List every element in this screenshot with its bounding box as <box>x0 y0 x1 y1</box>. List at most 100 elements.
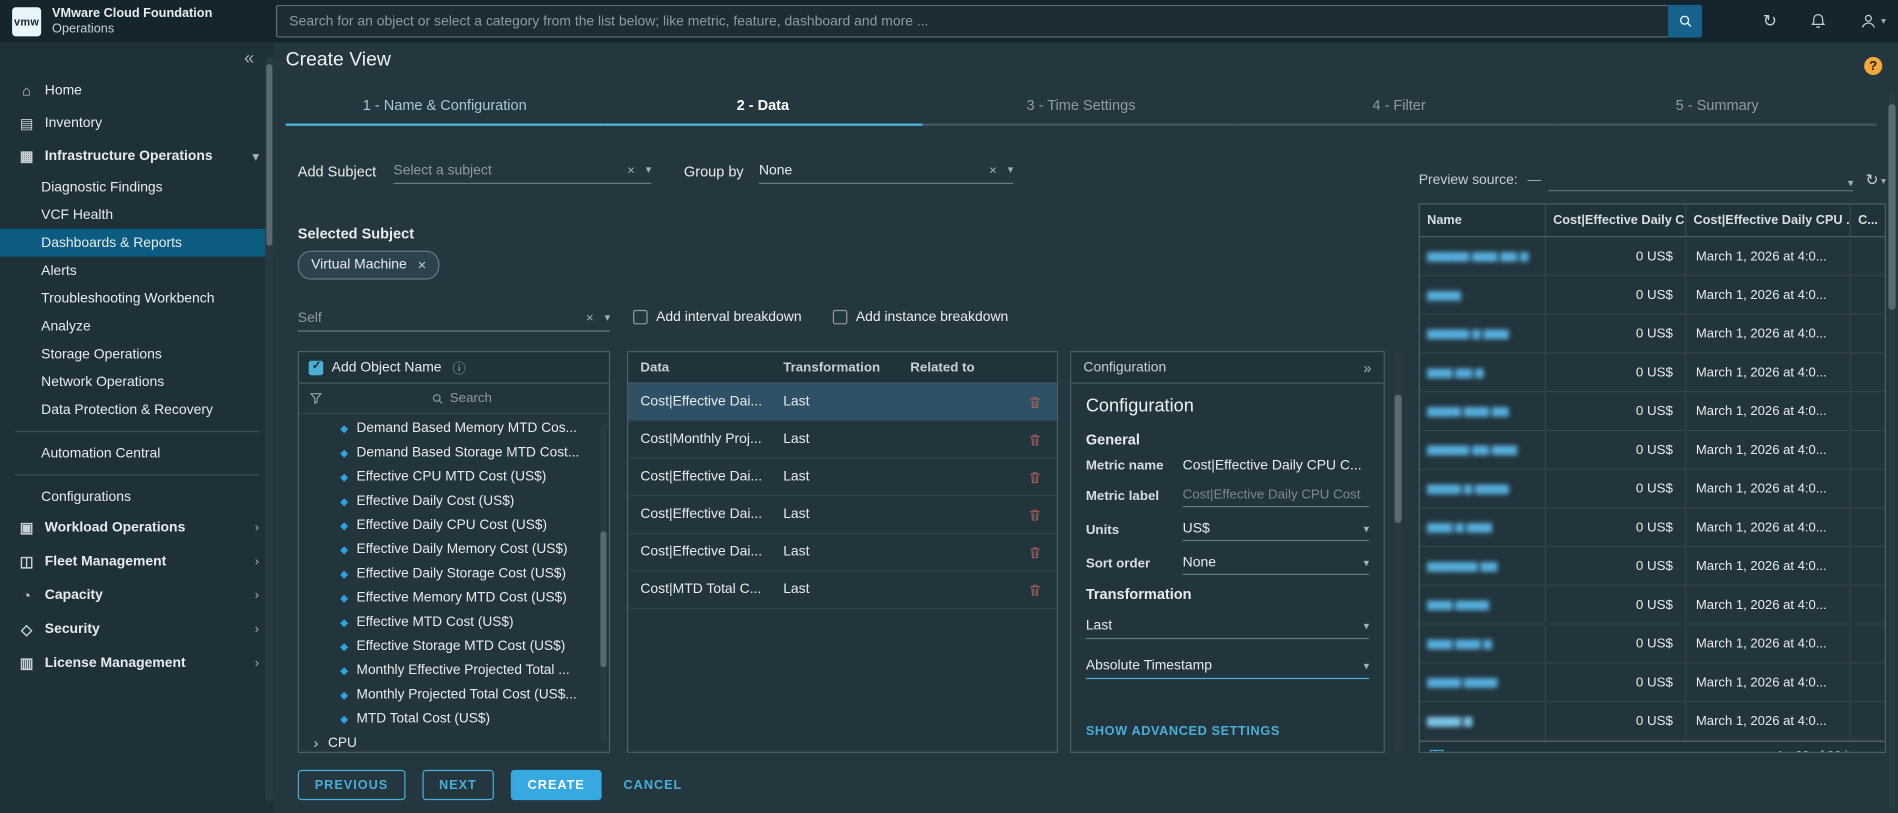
refresh-icon[interactable]: ↻ <box>1763 11 1777 32</box>
timestamp-select[interactable]: Absolute Timestamp ▾ <box>1086 654 1369 679</box>
preview-row[interactable]: ▆▆▆▆▆▆ ▆▆ 0 US$ March 1, 2026 at 4:0... <box>1420 547 1885 586</box>
data-row[interactable]: Cost|Effective Dai... Last <box>628 534 1057 572</box>
metric-tree-group-cpu[interactable]: ›CPU <box>299 731 609 753</box>
metric-tree-item[interactable]: ◆Monthly Effective Projected Total ... <box>299 659 609 683</box>
metric-tree-item[interactable]: ◆Effective CPU MTD Cost (US$) <box>299 465 609 489</box>
right-scrollbar[interactable] <box>1888 94 1895 808</box>
delete-row-icon[interactable] <box>1028 582 1043 598</box>
object-name-link[interactable]: ▆▆▆▆ ▆▆▆ ▆▆ <box>1427 404 1508 417</box>
metric-tree-item[interactable]: ◆Effective Daily Storage Cost (US$) <box>299 562 609 586</box>
column-header-related-to[interactable]: Related to <box>910 360 1056 375</box>
data-row[interactable]: Cost|MTD Total C... Last <box>628 571 1057 609</box>
metric-tree-item[interactable]: ◆Effective MTD Cost (US$) <box>299 610 609 634</box>
metric-tree-item[interactable]: ◆Effective Storage MTD Cost (US$) <box>299 634 609 658</box>
object-name-link[interactable]: ▆▆▆▆ ▆ ▆▆▆▆ <box>1427 482 1508 495</box>
delete-row-icon[interactable] <box>1028 432 1043 448</box>
info-icon[interactable]: ⓘ <box>452 358 465 377</box>
preview-row[interactable]: ▆▆▆ ▆▆ ▆ 0 US$ March 1, 2026 at 4:0... <box>1420 353 1885 392</box>
clear-icon[interactable]: × <box>987 163 1000 178</box>
preview-row[interactable]: ▆▆▆▆ ▆ ▆▆▆▆ 0 US$ March 1, 2026 at 4:0..… <box>1420 470 1885 509</box>
sidebar-item-home[interactable]: ⌂Home <box>0 74 274 107</box>
preview-row[interactable]: ▆▆▆ ▆▆▆▆ 0 US$ March 1, 2026 at 4:0... <box>1420 586 1885 625</box>
sidebar-item-configurations[interactable]: Configurations <box>0 483 274 511</box>
metric-tree-item[interactable]: ◆Effective Daily Cost (US$) <box>299 489 609 513</box>
subject-chip-virtual-machine[interactable]: Virtual Machine × <box>298 251 440 280</box>
add-instance-breakdown-checkbox[interactable]: Add instance breakdown <box>833 310 1008 325</box>
metric-tree-item[interactable]: ◆Monthly Projected Total Cost (US$... <box>299 683 609 707</box>
global-search-input[interactable] <box>276 5 1668 38</box>
show-advanced-settings-link[interactable]: SHOW ADVANCED SETTINGS <box>1086 724 1280 739</box>
clear-icon[interactable]: × <box>583 310 596 325</box>
metric-tree-item[interactable]: ◆Demand Based Memory MTD Cos... <box>299 416 609 440</box>
scrollbar-thumb[interactable] <box>1394 395 1401 523</box>
wizard-step-2-data[interactable]: 2 - Data <box>604 97 922 126</box>
previous-button[interactable]: PREVIOUS <box>298 770 405 800</box>
sidebar-item-vcf-health[interactable]: VCF Health <box>0 201 274 229</box>
metric-tree-item[interactable]: ◆MTD Total Cost (US$) <box>299 707 609 731</box>
wizard-step-1-name-configuration[interactable]: 1 - Name & Configuration <box>286 97 604 126</box>
preview-column-header-3[interactable]: C... <box>1851 205 1885 236</box>
delete-row-icon[interactable] <box>1028 394 1043 410</box>
preview-row[interactable]: ▆▆▆▆ ▆▆▆▆ 0 US$ March 1, 2026 at 4:0... <box>1420 663 1885 702</box>
object-name-link[interactable]: ▆▆▆▆▆ ▆▆▆ ▆▆ ▆ <box>1427 249 1528 262</box>
metric-tree-item[interactable]: ◆Effective Memory MTD Cost (US$) <box>299 586 609 610</box>
preview-row[interactable]: ▆▆▆▆ ▆▆▆ ▆▆ 0 US$ March 1, 2026 at 4:0..… <box>1420 392 1885 431</box>
object-name-link[interactable]: ▆▆▆ ▆▆▆ ▆ <box>1427 637 1492 650</box>
add-object-name-checkbox[interactable] <box>309 360 324 375</box>
delete-row-icon[interactable] <box>1028 469 1043 485</box>
data-row[interactable]: Cost|Monthly Proj... Last <box>628 421 1057 459</box>
preview-row[interactable]: ▆▆▆▆▆ ▆ ▆▆▆ 0 US$ March 1, 2026 at 4:0..… <box>1420 315 1885 354</box>
column-header-data[interactable]: Data <box>628 360 783 375</box>
sidebar-item-automation-central[interactable]: Automation Central <box>0 439 274 467</box>
sort-order-select[interactable]: None ▾ <box>1183 552 1369 575</box>
preview-column-header-0[interactable]: Name <box>1420 205 1546 236</box>
cancel-button[interactable]: CANCEL <box>619 770 687 800</box>
preview-column-header-1[interactable]: Cost|Effective Daily CPU ... <box>1546 205 1686 236</box>
data-row[interactable]: Cost|Effective Dai... Last <box>628 459 1057 497</box>
sidebar-item-workload-operations[interactable]: ▣Workload Operations› <box>0 511 274 545</box>
object-name-link[interactable]: ▆▆▆ ▆ ▆▆▆ <box>1427 521 1492 534</box>
group-by-select[interactable]: None × ▾ <box>759 157 1013 184</box>
preview-source-select[interactable]: ▾ <box>1549 169 1854 191</box>
wizard-step-4-filter[interactable]: 4 - Filter <box>1240 97 1558 126</box>
sidebar-item-capacity[interactable]: ◔Capacity› <box>0 579 274 613</box>
metric-label-input[interactable]: Cost|Effective Daily CPU Cost <box>1183 484 1369 507</box>
wizard-step-3-time-settings[interactable]: 3 - Time Settings <box>922 97 1240 126</box>
scrollbar-thumb[interactable] <box>600 531 606 667</box>
sidebar-item-infrastructure-operations[interactable]: ▦Infrastructure Operations▾ <box>0 139 274 173</box>
sidebar-scrollbar[interactable] <box>265 57 273 801</box>
remove-chip-icon[interactable]: × <box>418 257 426 274</box>
object-name-link[interactable]: ▆▆▆▆ ▆▆▆▆ <box>1427 675 1497 688</box>
sidebar-item-storage-operations[interactable]: Storage Operations <box>0 340 274 368</box>
notifications-bell-icon[interactable] <box>1810 12 1827 30</box>
delete-row-icon[interactable] <box>1028 507 1043 523</box>
transformation-select[interactable]: Last ▾ <box>1086 614 1369 639</box>
object-name-link[interactable]: ▆▆▆▆▆ ▆▆ ▆▆▆ <box>1427 443 1517 456</box>
sidebar-item-network-operations[interactable]: Network Operations <box>0 368 274 396</box>
sidebar-item-analyze[interactable]: Analyze <box>0 312 274 340</box>
wizard-step-5-summary[interactable]: 5 - Summary <box>1558 97 1876 126</box>
relationship-select[interactable]: Self × ▾ <box>298 305 610 332</box>
sidebar-item-alerts[interactable]: Alerts <box>0 257 274 285</box>
object-name-link[interactable]: ▆▆▆ ▆▆ ▆ <box>1427 366 1483 379</box>
sidebar-item-troubleshooting-workbench[interactable]: Troubleshooting Workbench <box>0 284 274 312</box>
collapse-panel-icon[interactable]: » <box>1363 359 1371 376</box>
preview-row[interactable]: ▆▆▆▆▆ ▆▆▆ ▆▆ ▆ 0 US$ March 1, 2026 at 4:… <box>1420 237 1885 276</box>
preview-column-header-2[interactable]: Cost|Effective Daily CPU ... <box>1686 205 1851 236</box>
sidebar-collapse-button[interactable]: « <box>0 42 274 73</box>
sidebar-item-license-management[interactable]: ▥License Management› <box>0 646 274 680</box>
preview-row[interactable]: ▆▆▆▆ ▆ 0 US$ March 1, 2026 at 4:0... <box>1420 702 1885 741</box>
preview-row[interactable]: ▆▆▆▆▆ ▆▆ ▆▆▆ 0 US$ March 1, 2026 at 4:0.… <box>1420 431 1885 470</box>
object-name-link[interactable]: ▆▆▆▆▆▆ ▆▆ <box>1427 559 1497 572</box>
data-row[interactable]: Cost|Effective Dai... Last <box>628 384 1057 422</box>
metric-search-input[interactable]: Search <box>323 391 599 406</box>
preview-row[interactable]: ▆▆▆ ▆ ▆▆▆ 0 US$ March 1, 2026 at 4:0... <box>1420 508 1885 547</box>
sidebar-item-diagnostic-findings[interactable]: Diagnostic Findings <box>0 173 274 201</box>
metric-tree-item[interactable]: ◆Effective Daily CPU Cost (US$) <box>299 513 609 537</box>
object-name-link[interactable]: ▆▆▆ ▆▆▆▆ <box>1427 598 1489 611</box>
search-button[interactable] <box>1668 5 1702 38</box>
metric-tree-item[interactable]: ◆Effective Daily Memory Cost (US$) <box>299 537 609 561</box>
sidebar-item-dashboards-reports[interactable]: Dashboards & Reports <box>0 229 274 257</box>
tree-scrollbar[interactable] <box>600 425 606 742</box>
scrollbar-thumb[interactable] <box>1888 104 1895 310</box>
